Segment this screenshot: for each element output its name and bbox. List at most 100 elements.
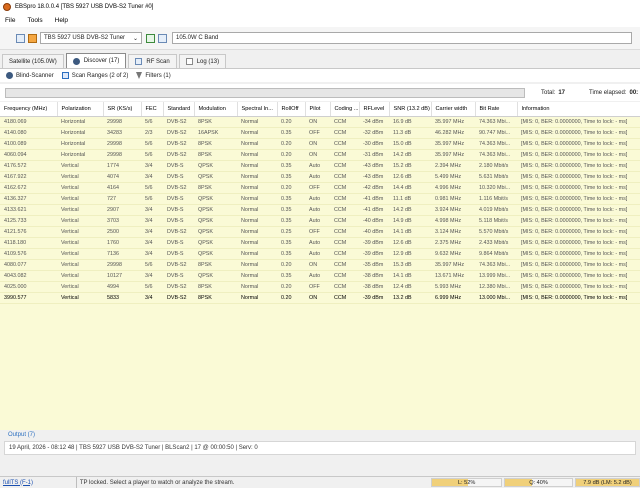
table-row[interactable]: 4100.089 Horizontal 29998 5/6 DVB-S2 8PSK Norm…: [0, 138, 640, 150]
table-row[interactable]: 4025.000 Vertical 4994 5/6 DVB-S2 8PSK Normal 0…: [0, 281, 640, 293]
table-row[interactable]: 4180.069 Horizontal 29998 5/6 DVB-S2 8PSK Norm…: [0, 116, 640, 128]
col-header-rolloff[interactable]: RollOff: [277, 102, 306, 117]
col-header-coding[interactable]: Coding ...: [330, 102, 360, 117]
col-header-information[interactable]: Information: [517, 102, 640, 117]
table-cell: 35.997 MHz: [431, 116, 475, 128]
table-cell: Normal: [237, 215, 277, 227]
satellite-dish-icon[interactable]: [146, 33, 155, 43]
subtab-filters[interactable]: Filters (1): [136, 72, 171, 79]
tuner-select[interactable]: TBS 5927 USB DVB-S2 Tuner ⌄: [40, 32, 142, 44]
tab-discover-label: Discover (17): [83, 58, 120, 64]
table-cell: Normal: [237, 204, 277, 216]
menubar: File Tools Help: [0, 13, 640, 27]
col-header-frequency[interactable]: Frequency (MHz): [0, 102, 58, 117]
table-cell: [MIS: 0, BER: 0.0000000, Time to lock: -…: [517, 226, 640, 238]
tab-satellite[interactable]: Satellite (105.0W): [2, 54, 64, 68]
table-cell: [MIS: 0, BER: 0.0000000, Time to lock: -…: [517, 149, 640, 161]
settings-icon[interactable]: [158, 33, 167, 43]
tab-discover[interactable]: Discover (17): [65, 53, 127, 68]
tab-rf-scan[interactable]: RF Scan: [128, 54, 177, 68]
table-cell: Normal: [237, 292, 277, 304]
col-header-carrier-width[interactable]: Carrier width: [431, 102, 476, 117]
table-cell: [MIS: 0, BER: 0.0000000, Time to lock: -…: [517, 182, 640, 194]
col-header-polarization[interactable]: Polarization: [57, 102, 104, 117]
band-field[interactable]: 105.0W C Band: [172, 32, 632, 44]
table-cell: [MIS: 0, BER: 0.0000000, Time to lock: -…: [517, 138, 640, 150]
table-cell: 29998: [103, 116, 141, 128]
tuner-icon[interactable]: [16, 33, 25, 43]
table-row[interactable]: 4167.922 Vertical 4074 3/4 DVB-S QPSK Normal 0.…: [0, 171, 640, 183]
col-header-standard[interactable]: Standard: [163, 102, 195, 117]
table-cell: -39 dBm: [359, 292, 389, 304]
col-header-snr[interactable]: SNR (13.2 dB): [389, 102, 432, 117]
col-header-pilot[interactable]: Pilot: [305, 102, 331, 117]
col-header-bit-rate[interactable]: Bit Rate: [475, 102, 518, 117]
scan-progress-bar: [5, 87, 525, 98]
table-row[interactable]: 4060.094 Horizontal 29998 5/6 DVB-S2 8PSK Norm…: [0, 149, 640, 161]
table-cell: Auto: [305, 270, 330, 282]
lock-icon[interactable]: [28, 33, 37, 43]
table-row[interactable]: 4136.327 Vertical 727 5/6 DVB-S QPSK Normal 0.3…: [0, 193, 640, 205]
tab-log[interactable]: Log (13): [178, 54, 227, 68]
table-cell: [MIS: 0, BER: 0.0000000, Time to lock: -…: [517, 215, 640, 227]
col-header-rf-level[interactable]: RFLevel: [359, 102, 390, 117]
table-cell: CCM: [330, 160, 359, 172]
table-cell: 4167.922: [0, 171, 57, 183]
table-cell: 4074: [103, 171, 141, 183]
table-row[interactable]: 4109.576 Vertical 7136 3/4 DVB-S QPSK Normal 0.…: [0, 248, 640, 260]
table-cell: 12.380 Mbi...: [475, 281, 517, 293]
fullts-link[interactable]: fullTS (F-1): [0, 477, 77, 488]
table-cell: CCM: [330, 116, 359, 128]
table-cell: 90.747 Mbi...: [475, 127, 517, 139]
table-row[interactable]: 3990.577 Vertical 5833 3/4 DVB-S2 8PSK Normal 0…: [0, 292, 640, 304]
table-cell: OFF: [305, 127, 330, 139]
table-cell: -32 dBm: [359, 127, 389, 139]
subtab-scan-ranges[interactable]: Scan Ranges (2 of 2): [61, 72, 128, 79]
table-cell: 29998: [103, 149, 141, 161]
table-row[interactable]: 4133.621 Vertical 2907 3/4 DVB-S QPSK Normal 0.…: [0, 204, 640, 216]
table-cell: 14.2 dB: [389, 204, 431, 216]
table-cell: 4080.077: [0, 259, 57, 271]
col-header-modulation[interactable]: Modulation: [194, 102, 238, 117]
table-row[interactable]: 4125.733 Vertical 3703 3/4 DVB-S QPSK Normal 0.…: [0, 215, 640, 227]
table-row[interactable]: 4043.082 Vertical 10127 3/4 DVB-S QPSK Normal 0…: [0, 270, 640, 282]
table-cell: Vertical: [57, 160, 103, 172]
table-cell: 5/6: [141, 193, 163, 205]
table-cell: Auto: [305, 160, 330, 172]
table-row[interactable]: 4176.572 Vertical 1774 3/4 DVB-S QPSK Normal 0.…: [0, 160, 640, 172]
table-cell: 0.20: [277, 138, 305, 150]
table-cell: 35.997 MHz: [431, 259, 475, 271]
table-cell: 8PSK: [194, 182, 237, 194]
table-row[interactable]: 4121.576 Vertical 2500 3/4 DVB-S2 QPSK Normal 0…: [0, 226, 640, 238]
table-cell: Vertical: [57, 171, 103, 183]
tab-satellite-label: Satellite (105.0W): [9, 58, 57, 65]
table-cell: 4.996 MHz: [431, 182, 475, 194]
snr-meter: 7.9 dB (LM: 5.2 dB): [575, 478, 640, 487]
table-cell: DVB-S: [163, 237, 194, 249]
table-row[interactable]: 4118.180 Vertical 1760 3/4 DVB-S QPSK Normal 0.…: [0, 237, 640, 249]
col-header-symbol-rate[interactable]: SR (KS/s): [103, 102, 142, 117]
table-row[interactable]: 4162.672 Vertical 4164 5/6 DVB-S2 8PSK Normal 0…: [0, 182, 640, 194]
table-cell: 0.35: [277, 237, 305, 249]
col-header-fec[interactable]: FEC: [141, 102, 164, 117]
menu-help[interactable]: Help: [55, 17, 68, 24]
table-cell: 13.2 dB: [389, 292, 431, 304]
subtab-blind-scanner[interactable]: Blind-Scanner: [6, 72, 54, 79]
table-cell: Vertical: [57, 182, 103, 194]
table-cell: 4176.572: [0, 160, 57, 172]
transponder-grid[interactable]: Frequency (MHz) Polarization SR (KS/s) F…: [0, 102, 640, 430]
output-link[interactable]: Output (7): [8, 432, 35, 438]
table-cell: 14.1 dB: [389, 226, 431, 238]
table-cell: Horizontal: [57, 138, 103, 150]
table-cell: 0.35: [277, 248, 305, 260]
col-header-spectral-inversion[interactable]: Spectral In...: [237, 102, 278, 117]
table-cell: 4109.576: [0, 248, 57, 260]
table-cell: 14.4 dB: [389, 182, 431, 194]
table-cell: CCM: [330, 237, 359, 249]
menu-tools[interactable]: Tools: [27, 17, 42, 24]
table-row[interactable]: 4080.077 Vertical 29998 5/6 DVB-S2 8PSK Normal…: [0, 259, 640, 271]
table-row[interactable]: 4140.080 Horizontal 34283 2/3 DVB-S2 16APSK No…: [0, 127, 640, 139]
table-cell: Vertical: [57, 204, 103, 216]
table-cell: 727: [103, 193, 141, 205]
menu-file[interactable]: File: [5, 17, 15, 24]
